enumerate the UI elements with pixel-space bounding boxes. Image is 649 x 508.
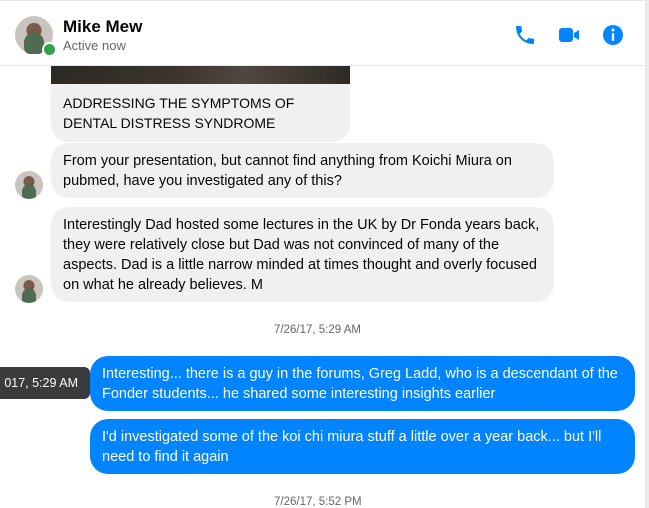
scrollbar-track[interactable] [645, 0, 649, 508]
info-icon[interactable] [601, 23, 625, 47]
message-bubble-incoming[interactable]: From your presentation, but cannot find … [51, 143, 554, 198]
online-status-dot [42, 42, 57, 57]
shared-link-caption: ADDRESSING THE SYMPTOMS OF DENTAL DISTRE… [63, 95, 295, 131]
timestamp-tooltip: 017, 5:29 AM [0, 367, 90, 399]
contact-name[interactable]: Mike Mew [63, 17, 142, 37]
message-bubble-outgoing[interactable]: I'd investigated some of the koi chi miu… [90, 419, 635, 474]
sender-avatar[interactable] [15, 171, 43, 199]
message-bubble-outgoing[interactable]: Interesting... there is a guy in the for… [90, 356, 635, 411]
phone-icon[interactable] [513, 23, 537, 47]
video-camera-icon[interactable] [557, 23, 581, 47]
conversation-header: Mike Mew Active now [0, 0, 645, 66]
message-bubble-incoming[interactable]: Interestingly Dad hosted some lectures i… [51, 207, 554, 302]
message-timestamp: 7/26/17, 5:29 AM [274, 324, 361, 336]
shared-link-card[interactable]: ADDRESSING THE SYMPTOMS OF DENTAL DISTRE… [51, 60, 350, 142]
contact-status: Active now [63, 38, 126, 53]
sender-avatar[interactable] [15, 275, 43, 303]
message-timestamp: 7/26/17, 5:52 PM [274, 496, 362, 508]
